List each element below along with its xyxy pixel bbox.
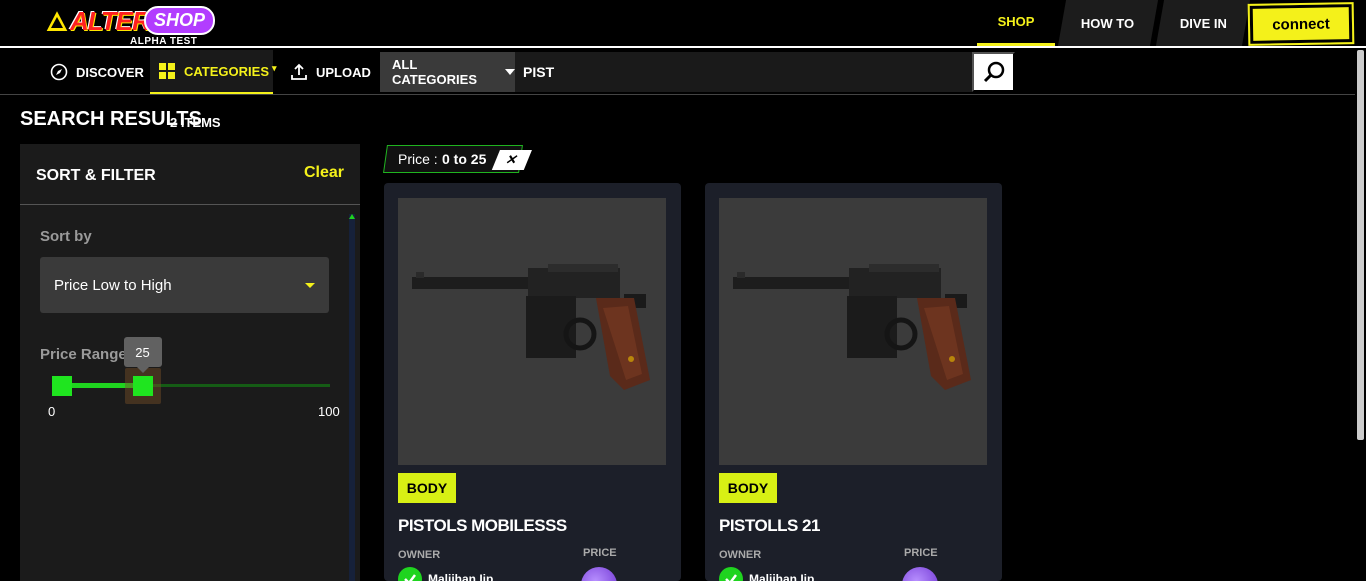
subnav-discover-label: DISCOVER [76, 64, 144, 80]
chip-value: 0 to 25 [441, 151, 487, 167]
sort-by-label: Sort by [40, 228, 92, 245]
chevron-down-icon [505, 69, 515, 75]
owner-label: OWNER [719, 549, 762, 561]
subnav-upload[interactable]: UPLOAD [290, 50, 371, 94]
category-tag: BODY [719, 473, 777, 503]
product-name[interactable]: PISTOLLS 21 [719, 516, 820, 536]
price-value: 21 [946, 578, 960, 581]
chip-label: Price : [398, 151, 438, 167]
nav-shop[interactable]: SHOP [977, 0, 1055, 46]
subnav-categories-label: CATEGORIES [184, 63, 269, 79]
nav-dive-in[interactable]: DIVE IN [1155, 0, 1251, 46]
nav-how-to-label: HOW TO [1081, 15, 1135, 31]
close-icon[interactable]: ✕ [491, 150, 532, 170]
product-image[interactable] [398, 198, 666, 465]
filter-panel-header: SORT & FILTER Clear [20, 144, 360, 205]
search-button[interactable] [972, 52, 1015, 92]
logo-triangle-icon [44, 8, 70, 33]
product-name[interactable]: PISTOLS MOBILESSS [398, 516, 567, 536]
page-scrollbar[interactable] [1355, 48, 1366, 581]
search-input[interactable] [515, 52, 972, 92]
sort-select[interactable]: Price Low to High [40, 257, 329, 313]
logo-alpha-test: ALPHA TEST [130, 36, 198, 47]
subnav-categories[interactable]: CATEGORIES ▾ [150, 50, 277, 94]
clear-filters-button[interactable]: Clear [304, 164, 344, 182]
nav-shop-label: SHOP [997, 14, 1035, 29]
price-range-min: 0 [48, 404, 56, 419]
price-slider-tooltip: 25 [123, 337, 162, 373]
logo-alter-text: ALTER [70, 6, 151, 36]
coin-icon [581, 567, 617, 581]
category-select[interactable]: ALL CATEGORIES [380, 52, 515, 92]
sub-navigation: DISCOVER CATEGORIES ▾ UPLOAD ALL CATEGOR… [0, 50, 1355, 95]
subnav-upload-label: UPLOAD [316, 64, 371, 80]
price-row: 21 [902, 567, 960, 581]
sort-filter-panel: SORT & FILTER Clear Sort by Price Low to… [20, 144, 360, 581]
search-results-count: 2 ITEMS [170, 115, 221, 130]
nav-dive-in-label: DIVE IN [1179, 15, 1227, 31]
price-slider-min-thumb[interactable] [52, 376, 72, 396]
compass-icon [50, 63, 68, 81]
price-row: 21 [581, 567, 639, 581]
logo-shop-pill: SHOP [144, 6, 216, 35]
owner-name: Malijhan Ijp [749, 572, 815, 581]
owner-row[interactable]: Malijhan Ijp [398, 567, 493, 581]
pistol-image [733, 264, 971, 390]
product-card[interactable]: BODY PISTOLS MOBILESSS OWNER PRICE Malij… [384, 183, 681, 581]
chevron-down-icon [305, 283, 315, 288]
product-card[interactable]: BODY PISTOLLS 21 OWNER PRICE Malijhan Ij… [705, 183, 1002, 581]
filter-panel-scrollbar[interactable] [349, 214, 355, 581]
category-select-value: ALL CATEGORIES [392, 57, 477, 87]
product-image[interactable] [719, 198, 987, 465]
price-range-max: 100 [318, 404, 340, 419]
pistol-image [412, 264, 650, 390]
grid-icon [158, 62, 176, 80]
categories-dropdown-icon: ▾ [272, 62, 277, 73]
price-slider-max-thumb[interactable] [132, 376, 153, 396]
page-scrollbar-thumb[interactable] [1357, 50, 1364, 440]
nav-how-to[interactable]: HOW TO [1057, 0, 1159, 46]
price-value: 21 [625, 578, 639, 581]
owner-row[interactable]: Malijhan Ijp [719, 567, 814, 581]
price-range-label: Price Range [40, 346, 127, 363]
verified-check-icon [398, 567, 422, 581]
owner-label: OWNER [398, 549, 441, 561]
subnav-discover[interactable]: DISCOVER [50, 50, 144, 94]
upload-icon [290, 63, 308, 81]
price-label: PRICE [583, 547, 617, 559]
category-tag: BODY [398, 473, 456, 503]
filter-panel-title: SORT & FILTER [36, 167, 156, 184]
connect-button[interactable]: connect [1247, 2, 1355, 46]
verified-check-icon [719, 567, 743, 581]
alter-shop-logo[interactable]: ALTER SHOP ALPHA TEST [44, 4, 216, 47]
active-filter-chip: Price : 0 to 25 ✕ [383, 145, 532, 173]
price-label: PRICE [904, 547, 938, 559]
coin-icon [902, 567, 938, 581]
search-icon [983, 61, 1004, 83]
sort-select-value: Price Low to High [54, 276, 172, 294]
top-header: ALTER SHOP ALPHA TEST SHOP HOW TO DIVE I… [0, 0, 1366, 48]
owner-name: Malijhan Ijp [428, 572, 494, 581]
